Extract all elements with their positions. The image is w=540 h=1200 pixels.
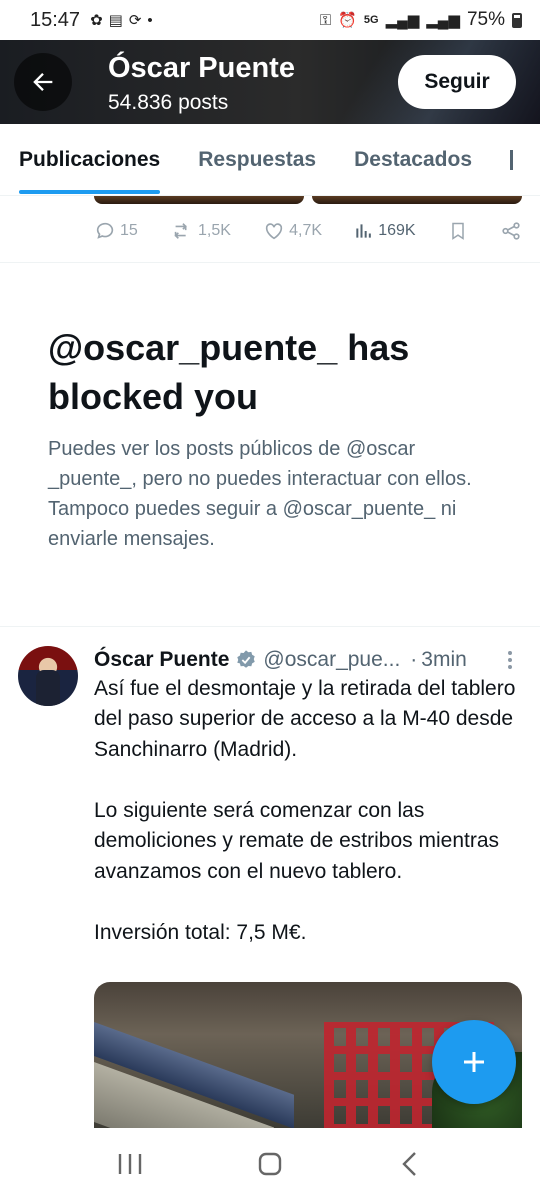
back-nav-button[interactable] [380,1139,440,1189]
share-icon [502,222,520,240]
views-button[interactable]: 169K [354,221,416,241]
views-icon [356,224,372,238]
divider [0,262,540,263]
tweet-actions: 15 1,5K 4,7K 169K [94,214,522,248]
notification-icon: ▤ [108,12,123,29]
notification-icon: ✿ [90,12,103,29]
key-icon: ⚿ [319,11,332,29]
bookmark-icon [452,222,464,240]
post-count: 54.836 posts [108,91,229,114]
separator-dot: · [410,648,418,671]
home-icon [258,1152,282,1176]
reply-count: 15 [120,222,138,239]
tweet-time[interactable]: 3min [421,648,467,672]
back-nav-icon [402,1152,416,1176]
compose-button[interactable] [432,1020,516,1104]
reply-icon [96,222,114,239]
network-label: 5G [363,14,379,26]
tweet-author-handle[interactable]: @oscar_pue... [263,648,400,672]
tweet-author-name[interactable]: Óscar Puente [94,648,229,672]
avatar-figure [36,670,60,706]
notification-icons: ✿ ▤ ⟳ • [90,11,153,30]
status-time: 15:47 [30,8,81,31]
more-icon[interactable] [508,651,522,669]
back-button[interactable] [14,53,72,111]
tab-publicaciones[interactable]: Publicaciones [19,124,161,195]
tweet-header: Óscar Puente @oscar_pue... · 3min [94,646,522,674]
status-bar: 15:47 ✿ ▤ ⟳ • ⚿ ⏰ 5G ▂▄▆ ▂▄▆ 75% [0,0,540,40]
like-button[interactable]: 4,7K [263,220,322,242]
views-count: 169K [378,222,416,239]
signal-icon: ▂▄▆ [385,12,420,29]
back-arrow-icon [33,73,53,91]
repost-icon [174,223,187,239]
compose-plus-icon [464,1052,484,1072]
alarm-icon: ⏰ [338,12,357,29]
battery-label: 75% [466,9,505,30]
notification-icon: ⟳ [128,12,142,29]
reply-button[interactable]: 15 [94,220,138,242]
system-icons: ⚿ ⏰ 5G ▂▄▆ ▂▄▆ 75% [320,9,522,31]
home-button[interactable] [240,1139,300,1189]
like-icon [265,223,283,240]
tab-respuestas[interactable]: Respuestas [198,124,316,195]
media-image[interactable] [94,196,304,204]
media-image[interactable] [312,196,522,204]
battery-icon [512,12,522,28]
repost-button[interactable]: 1,5K [170,220,231,242]
follow-button[interactable]: Seguir [398,55,516,109]
previous-tweet-media[interactable] [94,196,522,204]
verified-badge-icon [235,649,257,671]
like-count: 4,7K [289,222,323,239]
tab-overflow[interactable] [510,124,516,195]
recents-icon [118,1154,142,1174]
recents-button[interactable] [100,1139,160,1189]
system-nav-bar [0,1128,540,1200]
avatar[interactable] [18,646,78,706]
repost-count: 1,5K [197,222,231,239]
profile-header: Óscar Puente 54.836 posts Seguir [0,40,540,124]
divider [0,626,540,627]
notification-dot-icon: • [147,11,153,29]
signal-icon: ▂▄▆ [426,12,460,29]
bookmark-button[interactable] [448,220,468,242]
tab-destacados[interactable]: Destacados [354,124,472,195]
profile-tabs: Publicaciones Respuestas Destacados [0,124,540,196]
blocked-title: @oscar_puente_ has blocked you [48,327,410,417]
blocked-description: Puedes ver los posts públicos de @oscar … [48,438,472,550]
share-button[interactable] [500,220,522,242]
tweet-text: Así fue el desmontaje y la retirada del … [94,677,516,944]
profile-name: Óscar Puente [108,52,295,84]
